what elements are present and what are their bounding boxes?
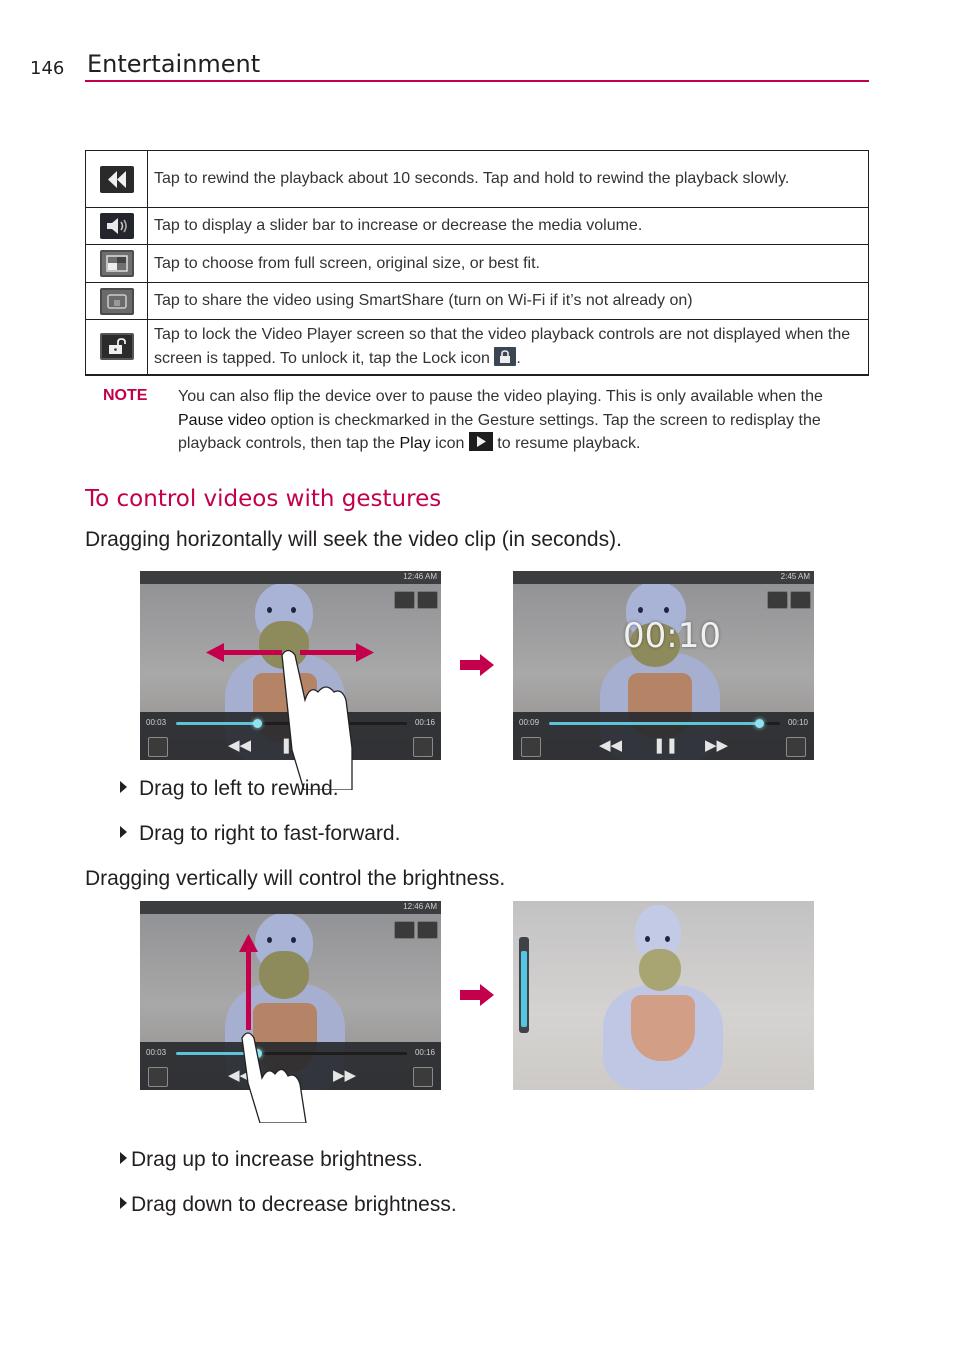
table-row: Tap to choose from full screen, original… (85, 244, 869, 283)
seek-thumb[interactable] (755, 719, 765, 728)
smartshare-button[interactable] (394, 591, 415, 609)
screenshot-brightness-before: 12:46 AM 00:03 00:16 ◀◀ ▶▶ (140, 901, 441, 1090)
status-bar: 12:46 AM (140, 571, 441, 584)
lock-button[interactable] (417, 921, 438, 939)
screen-size-button[interactable] (413, 737, 433, 757)
bullet-arrow-icon (120, 826, 127, 838)
elapsed-time: 00:09 (519, 718, 540, 727)
status-bar: 2:45 AM (513, 571, 814, 584)
seek-thumb[interactable] (252, 719, 262, 728)
status-bar: 12:46 AM (140, 901, 441, 914)
title-divider (85, 80, 869, 82)
seek-time-display: 00:10 (623, 616, 721, 656)
playback-controls: 00:03 00:16 ◀◀ ▶▶ (140, 1042, 441, 1090)
smartshare-description: Tap to share the video using SmartShare … (147, 282, 869, 320)
list-item: Drag up to increase brightness. (120, 1148, 423, 1172)
seek-bar[interactable] (176, 719, 407, 728)
screenshot-seek-after: 2:45 AM 00:10 00:09 00:10 ◀◀ ❚❚ ▶▶ (513, 571, 814, 760)
volume-description: Tap to display a slider bar to increase … (147, 207, 869, 245)
pause-button[interactable]: ❚❚ (280, 736, 305, 756)
smartshare-icon (99, 287, 134, 315)
screenshot-brightness-after (513, 901, 814, 1090)
table-row: Tap to share the video using SmartShare … (85, 282, 869, 320)
next-arrow-icon (460, 654, 494, 676)
volume-icon (99, 213, 134, 239)
volume-button[interactable] (148, 1067, 168, 1087)
elapsed-time: 00:03 (146, 718, 167, 727)
status-time: 2:45 AM (780, 572, 810, 581)
playback-controls: 00:03 00:16 ◀◀ ❚❚ (140, 712, 441, 760)
bullet-arrow-icon (120, 781, 127, 793)
icon-description-table: Tap to rewind the playback about 10 seco… (85, 150, 869, 376)
duration-time: 00:10 (787, 718, 808, 727)
playback-controls: 00:09 00:10 ◀◀ ❚❚ ▶▶ (513, 712, 814, 760)
screen-size-icon (99, 250, 134, 277)
elapsed-time: 00:03 (146, 1048, 167, 1057)
seek-fill (549, 722, 760, 725)
next-arrow-icon (460, 984, 494, 1006)
seek-bar[interactable] (176, 1049, 407, 1058)
rewind-button[interactable]: ◀◀ (228, 736, 251, 756)
table-row: Tap to rewind the playback about 10 seco… (85, 150, 869, 208)
rewind-icon (99, 165, 134, 193)
note-label: NOTE (103, 387, 148, 404)
lock-description: Tap to lock the Video Player screen so t… (147, 319, 869, 376)
fast-forward-button[interactable]: ▶▶ (705, 736, 728, 756)
table-row: Tap to display a slider bar to increase … (85, 207, 869, 245)
gestures-heading: To control videos with gestures (85, 486, 442, 512)
bullet-arrow-icon (120, 1152, 127, 1164)
section-title: Entertainment (87, 50, 261, 78)
note-text: You can also flip the device over to pau… (178, 388, 823, 452)
list-item: Drag to left to rewind. (120, 777, 339, 801)
bullet-arrow-icon (120, 1197, 127, 1209)
fast-forward-button[interactable]: ▶▶ (333, 1066, 356, 1086)
lock-button[interactable] (790, 591, 811, 609)
smartshare-button[interactable] (767, 591, 788, 609)
rewind-description: Tap to rewind the playback about 10 seco… (147, 150, 869, 208)
volume-button[interactable] (521, 737, 541, 757)
list-item: Drag to right to fast-forward. (120, 822, 400, 846)
play-label: Play (399, 435, 431, 452)
page-number: 146 (30, 58, 65, 79)
status-time: 12:46 AM (403, 572, 437, 581)
pause-video-option: Pause video (178, 411, 267, 429)
duration-time: 00:16 (414, 1048, 435, 1057)
list-item: Drag down to decrease brightness. (120, 1193, 457, 1217)
seek-fill (176, 722, 257, 725)
screen-size-button[interactable] (786, 737, 806, 757)
lock-button[interactable] (417, 591, 438, 609)
seek-thumb[interactable] (252, 1049, 262, 1058)
duration-time: 00:16 (414, 718, 435, 727)
screen-size-button[interactable] (413, 1067, 433, 1087)
play-icon (468, 432, 493, 451)
table-row: Tap to lock the Video Player screen so t… (85, 319, 869, 376)
brightness-slider[interactable] (519, 937, 529, 1033)
screenshot-seek-before: 12:46 AM 00:03 00:16 ◀◀ ❚❚ (140, 571, 441, 760)
horizontal-intro: Dragging horizontally will seek the vide… (85, 528, 622, 551)
vertical-intro: Dragging vertically will control the bri… (85, 867, 506, 890)
pause-button[interactable]: ❚❚ (653, 736, 678, 756)
seek-bar[interactable] (549, 719, 780, 728)
lock-icon (494, 346, 517, 366)
smartshare-button[interactable] (394, 921, 415, 939)
seek-fill (176, 1052, 257, 1055)
brightness-fill (521, 951, 527, 1027)
status-time: 12:46 AM (403, 902, 437, 911)
screen-size-description: Tap to choose from full screen, original… (147, 244, 869, 283)
rewind-button[interactable]: ◀◀ (228, 1066, 251, 1086)
rewind-button[interactable]: ◀◀ (599, 736, 622, 756)
unlock-icon (99, 333, 134, 361)
volume-button[interactable] (148, 737, 168, 757)
